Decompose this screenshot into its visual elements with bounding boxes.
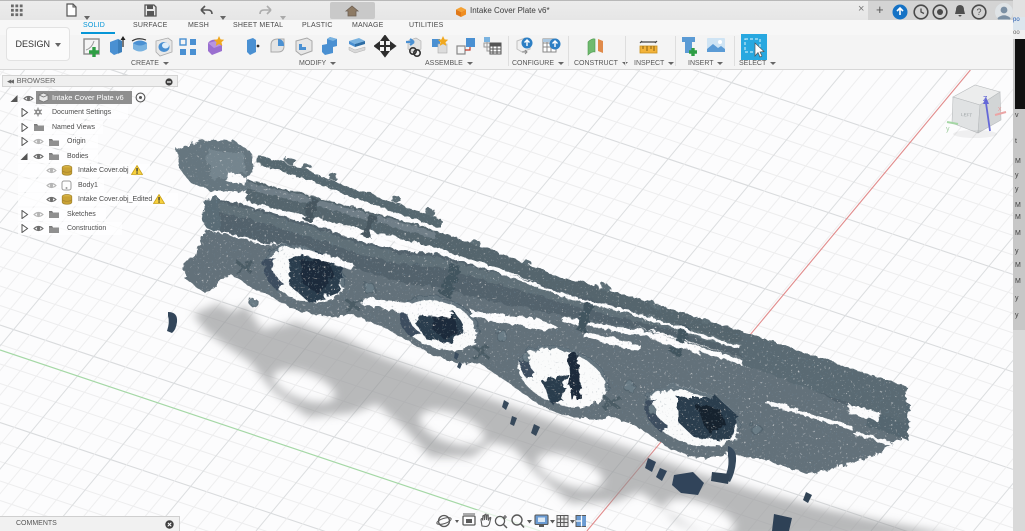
svg-text:y: y (946, 126, 950, 133)
svg-text:LEFT: LEFT (961, 112, 973, 118)
svg-text:x: x (998, 106, 1002, 113)
svg-text:Z: Z (983, 96, 988, 103)
svg-text:?: ? (977, 7, 982, 17)
